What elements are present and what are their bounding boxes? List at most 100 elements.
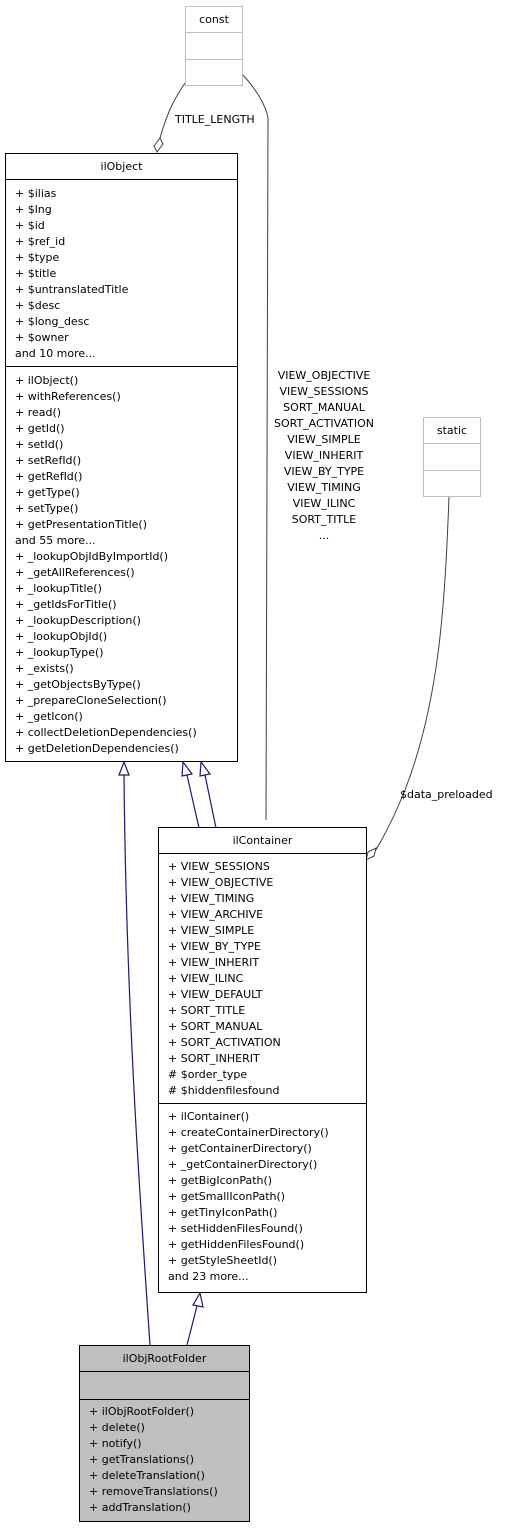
member-line: + $ref_id xyxy=(15,235,66,248)
edge-ilcontainer-ilobject-2 xyxy=(204,774,217,829)
member-line: VIEW_TIMING xyxy=(287,481,361,494)
edge-label-container-consts: VIEW_OBJECTIVE VIEW_SESSIONS SORT_MANUAL SO… xyxy=(265,368,383,544)
member-line: + getContainerDirectory() xyxy=(168,1142,312,1155)
attributes-section xyxy=(80,1372,249,1400)
member-line: + getTinyIconPath() xyxy=(168,1206,278,1219)
member-line: + VIEW_BY_TYPE xyxy=(168,940,261,953)
member-line: + setRefId() xyxy=(15,454,82,467)
edge-const-ilobject xyxy=(159,82,186,139)
edge-ilcontainer-ilobject-1 xyxy=(186,774,200,829)
member-line: + _lookupType() xyxy=(15,646,104,659)
member-line: + VIEW_TIMING xyxy=(168,892,255,905)
attributes-section: + $ilias + $lng + $id + $ref_id + $type + $ti… xyxy=(6,180,237,367)
member-line: + getStyleSheetId() xyxy=(168,1254,278,1267)
member-line: + $untranslatedTitle xyxy=(15,283,129,296)
member-line: + getRefId() xyxy=(15,470,83,483)
methods-section: + ilObject() + withReferences() + read() + … xyxy=(6,367,237,757)
attributes-section xyxy=(186,33,242,60)
member-line: + _lookupObjId() xyxy=(15,630,108,643)
member-line: + read() xyxy=(15,406,62,419)
class-diagram: const static ilObject + $ilias + $lng + $i… xyxy=(0,0,515,1528)
member-line: and 23 more... xyxy=(168,1270,249,1283)
class-static[interactable]: static xyxy=(423,417,481,497)
class-name: static xyxy=(424,418,480,444)
member-line: + removeTranslations() xyxy=(89,1485,218,1498)
member-line: VIEW_OBJECTIVE xyxy=(277,369,371,382)
edge-label-data-preloaded: $data_preloaded xyxy=(400,788,493,801)
member-line: VIEW_INHERIT xyxy=(284,449,364,462)
methods-section xyxy=(186,60,242,85)
member-line: + VIEW_ARCHIVE xyxy=(168,908,264,921)
member-line: + addTranslation() xyxy=(89,1501,191,1514)
member-line: + getDeletionDependencies() xyxy=(15,742,179,755)
member-line: + _exists() xyxy=(15,662,74,675)
member-line: + _getIdsForTitle() xyxy=(15,598,117,611)
member-line: # $order_type xyxy=(168,1068,248,1081)
member-line: + getBigIconPath() xyxy=(168,1174,273,1187)
member-line: + createContainerDirectory() xyxy=(168,1126,329,1139)
member-line: + ilObject() xyxy=(15,374,79,387)
member-line: VIEW_ILINC xyxy=(292,497,356,510)
member-line: + $title xyxy=(15,267,57,280)
methods-section: + ilContainer() + createContainerDirector… xyxy=(159,1104,366,1285)
member-line: + _getObjectsByType() xyxy=(15,678,141,691)
inheritance-arrow-icon xyxy=(118,760,130,776)
member-line: + delete() xyxy=(89,1421,145,1434)
aggregation-diamond-icon xyxy=(365,847,377,861)
member-line: + $lng xyxy=(15,203,52,216)
member-line: + getType() xyxy=(15,486,80,499)
class-name: ilObject xyxy=(6,154,237,180)
member-line: + $long_desc xyxy=(15,315,90,328)
class-ilcontainer[interactable]: ilContainer + VIEW_SESSIONS + VIEW_OBJECT… xyxy=(158,827,367,1293)
class-ilobjrootfolder[interactable]: ilObjRootFolder + ilObjRootFolder() + del… xyxy=(79,1345,250,1522)
member-line: + notify() xyxy=(89,1437,142,1450)
member-line: + getSmallIconPath() xyxy=(168,1190,286,1203)
member-line: + getTranslations() xyxy=(89,1453,195,1466)
aggregation-diamond-icon xyxy=(153,137,164,153)
member-line: SORT_ACTIVATION xyxy=(273,417,375,430)
class-name: ilObjRootFolder xyxy=(80,1346,249,1372)
member-line: + $owner xyxy=(15,331,69,344)
inheritance-arrow-icon xyxy=(181,760,194,777)
member-line: and 55 more... xyxy=(15,534,96,547)
attributes-section xyxy=(424,444,480,471)
attributes-section: + VIEW_SESSIONS + VIEW_OBJECTIVE + VIEW_TI… xyxy=(159,854,366,1104)
member-line: + $id xyxy=(15,219,45,232)
member-line: + VIEW_SIMPLE xyxy=(168,924,255,937)
member-line: + getPresentationTitle() xyxy=(15,518,148,531)
member-line: # $hiddenfilesfound xyxy=(168,1084,280,1097)
class-name: const xyxy=(186,7,242,33)
member-line: + VIEW_SESSIONS xyxy=(168,860,270,873)
member-line: + $ilias xyxy=(15,187,57,200)
member-line: + VIEW_DEFAULT xyxy=(168,988,263,1001)
class-const[interactable]: const xyxy=(185,6,243,86)
member-line: + _getContainerDirectory() xyxy=(168,1158,318,1171)
member-line: + VIEW_OBJECTIVE xyxy=(168,876,274,889)
member-line: + $type xyxy=(15,251,60,264)
inheritance-arrow-icon xyxy=(199,760,212,777)
member-line: + ilContainer() xyxy=(168,1110,250,1123)
class-ilobject[interactable]: ilObject + $ilias + $lng + $id + $ref_id + $… xyxy=(5,153,238,762)
member-line: + VIEW_INHERIT xyxy=(168,956,260,969)
edge-ilobjrootfolder-ilobject xyxy=(123,774,151,1346)
member-line: + SORT_MANUAL xyxy=(168,1020,263,1033)
member-line: + SORT_INHERIT xyxy=(168,1052,260,1065)
member-line: VIEW_BY_TYPE xyxy=(283,465,365,478)
inheritance-arrow-icon xyxy=(192,1291,204,1308)
edge-label-title-length: TITLE_LENGTH xyxy=(175,113,255,126)
member-line: VIEW_SIMPLE xyxy=(287,433,361,446)
member-line: + deleteTranslation() xyxy=(89,1469,205,1482)
member-line: + _getAllReferences() xyxy=(15,566,135,579)
methods-section xyxy=(424,471,480,496)
member-line: ... xyxy=(318,529,330,542)
member-line: + _getIcon() xyxy=(15,710,83,723)
member-line: + getId() xyxy=(15,422,65,435)
member-line: + collectDeletionDependencies() xyxy=(15,726,197,739)
member-line: + ilObjRootFolder() xyxy=(89,1405,195,1418)
member-line: + setId() xyxy=(15,438,64,451)
member-line: + setHiddenFilesFound() xyxy=(168,1222,303,1235)
class-name: ilContainer xyxy=(159,828,366,854)
member-line: + SORT_ACTIVATION xyxy=(168,1036,281,1049)
member-line: and 10 more... xyxy=(15,347,96,360)
methods-section: + ilObjRootFolder() + delete() + notify() +… xyxy=(80,1400,249,1516)
